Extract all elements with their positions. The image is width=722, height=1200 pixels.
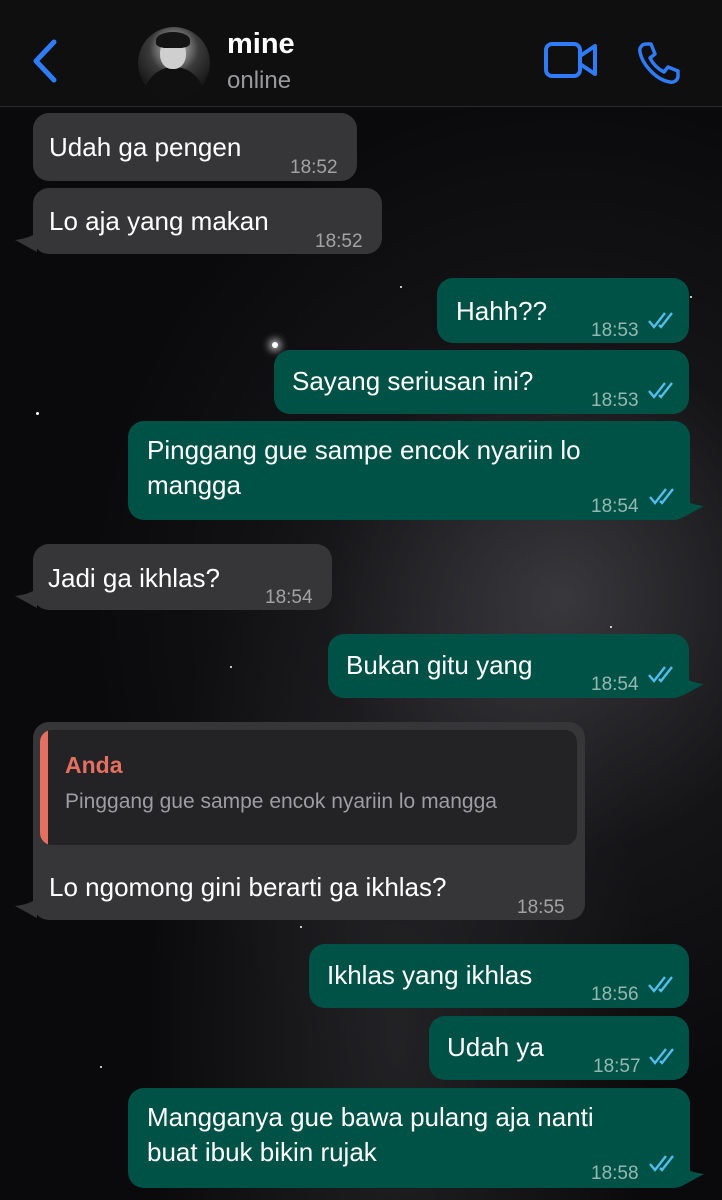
outgoing-message[interactable]: Hahh?? 18:53: [437, 278, 689, 343]
back-button[interactable]: [26, 36, 66, 86]
star: [690, 296, 692, 298]
read-ticks-icon: [648, 976, 673, 993]
read-ticks-icon: [649, 488, 674, 505]
bubble-tail: [15, 232, 37, 252]
avatar-jacket: [144, 67, 204, 99]
outgoing-message[interactable]: Udah ya 18:57: [429, 1016, 689, 1080]
star: [230, 666, 232, 668]
read-ticks-icon: [649, 1048, 674, 1065]
incoming-message[interactable]: Jadi ga ikhlas? 18:54: [33, 544, 332, 610]
read-ticks-icon: [648, 312, 673, 329]
avatar-hair: [156, 32, 190, 48]
video-call-button[interactable]: [543, 40, 599, 85]
phone-icon: [638, 42, 680, 84]
chevron-left-icon: [33, 39, 57, 83]
chat-header: mine online: [0, 0, 722, 107]
star: [272, 342, 278, 348]
message-time: 18:52: [290, 157, 338, 178]
bubble-tail: [682, 676, 704, 696]
bubble-tail: [15, 588, 37, 608]
message-time: 18:54: [591, 496, 639, 517]
voice-call-button[interactable]: [636, 40, 682, 91]
read-ticks-icon: [648, 666, 673, 683]
message-time: 18:54: [591, 674, 639, 695]
read-ticks-icon: [649, 1155, 674, 1172]
star: [400, 286, 402, 288]
message-time: 18:58: [591, 1163, 639, 1184]
message-text: Mangganya gue bawa pulang aja nanti buat…: [147, 1102, 594, 1167]
message-text: Hahh??: [456, 296, 548, 326]
message-text: Udah ya: [447, 1032, 544, 1062]
message-text: Lo aja yang makan: [49, 206, 269, 236]
incoming-message[interactable]: Udah ga pengen 18:52: [33, 113, 357, 181]
message-time: 18:54: [265, 587, 313, 608]
quote-accent-bar: [40, 730, 48, 845]
outgoing-message[interactable]: Mangganya gue bawa pulang aja nanti buat…: [128, 1088, 690, 1188]
outgoing-message[interactable]: Ikhlas yang ikhlas 18:56: [309, 944, 689, 1008]
quote-author: Anda: [65, 752, 123, 778]
message-text: Sayang seriusan ini?: [292, 366, 534, 396]
outgoing-message[interactable]: Pinggang gue sampe encok nyariin lo mang…: [128, 421, 690, 520]
read-ticks-icon: [648, 382, 673, 399]
outgoing-message[interactable]: Sayang seriusan ini? 18:53: [274, 350, 689, 414]
quoted-message[interactable]: Anda Pinggang gue sampe encok nyariin lo…: [40, 730, 577, 845]
message-time: 18:52: [315, 231, 363, 252]
message-time: 18:56: [591, 984, 639, 1005]
bubble-tail: [15, 898, 37, 918]
contact-name[interactable]: mine: [227, 28, 295, 61]
message-text: Jadi ga ikhlas?: [48, 563, 220, 593]
message-text: Udah ga pengen: [49, 132, 242, 162]
contact-status: online: [227, 67, 292, 94]
bubble-tail: [682, 498, 704, 518]
message-time: 18:53: [591, 390, 639, 411]
avatar[interactable]: [138, 27, 210, 99]
star: [300, 926, 302, 928]
star: [100, 1066, 102, 1068]
message-text: Bukan gitu yang: [346, 650, 533, 680]
message-text: Lo ngomong gini berarti ga ikhlas?: [49, 872, 447, 902]
star: [610, 626, 612, 628]
message-time: 18:57: [593, 1056, 641, 1077]
message-text: Pinggang gue sampe encok nyariin lo mang…: [147, 435, 581, 500]
bubble-tail: [682, 1166, 704, 1186]
incoming-message[interactable]: Lo aja yang makan 18:52: [33, 188, 382, 254]
message-time: 18:53: [591, 320, 639, 341]
video-camera-icon: [544, 42, 597, 78]
outgoing-message[interactable]: Bukan gitu yang 18:54: [328, 634, 689, 698]
message-time: 18:55: [517, 897, 565, 918]
message-text: Ikhlas yang ikhlas: [327, 960, 533, 990]
star: [36, 412, 39, 415]
quote-text: Pinggang gue sampe encok nyariin lo mang…: [65, 790, 497, 813]
